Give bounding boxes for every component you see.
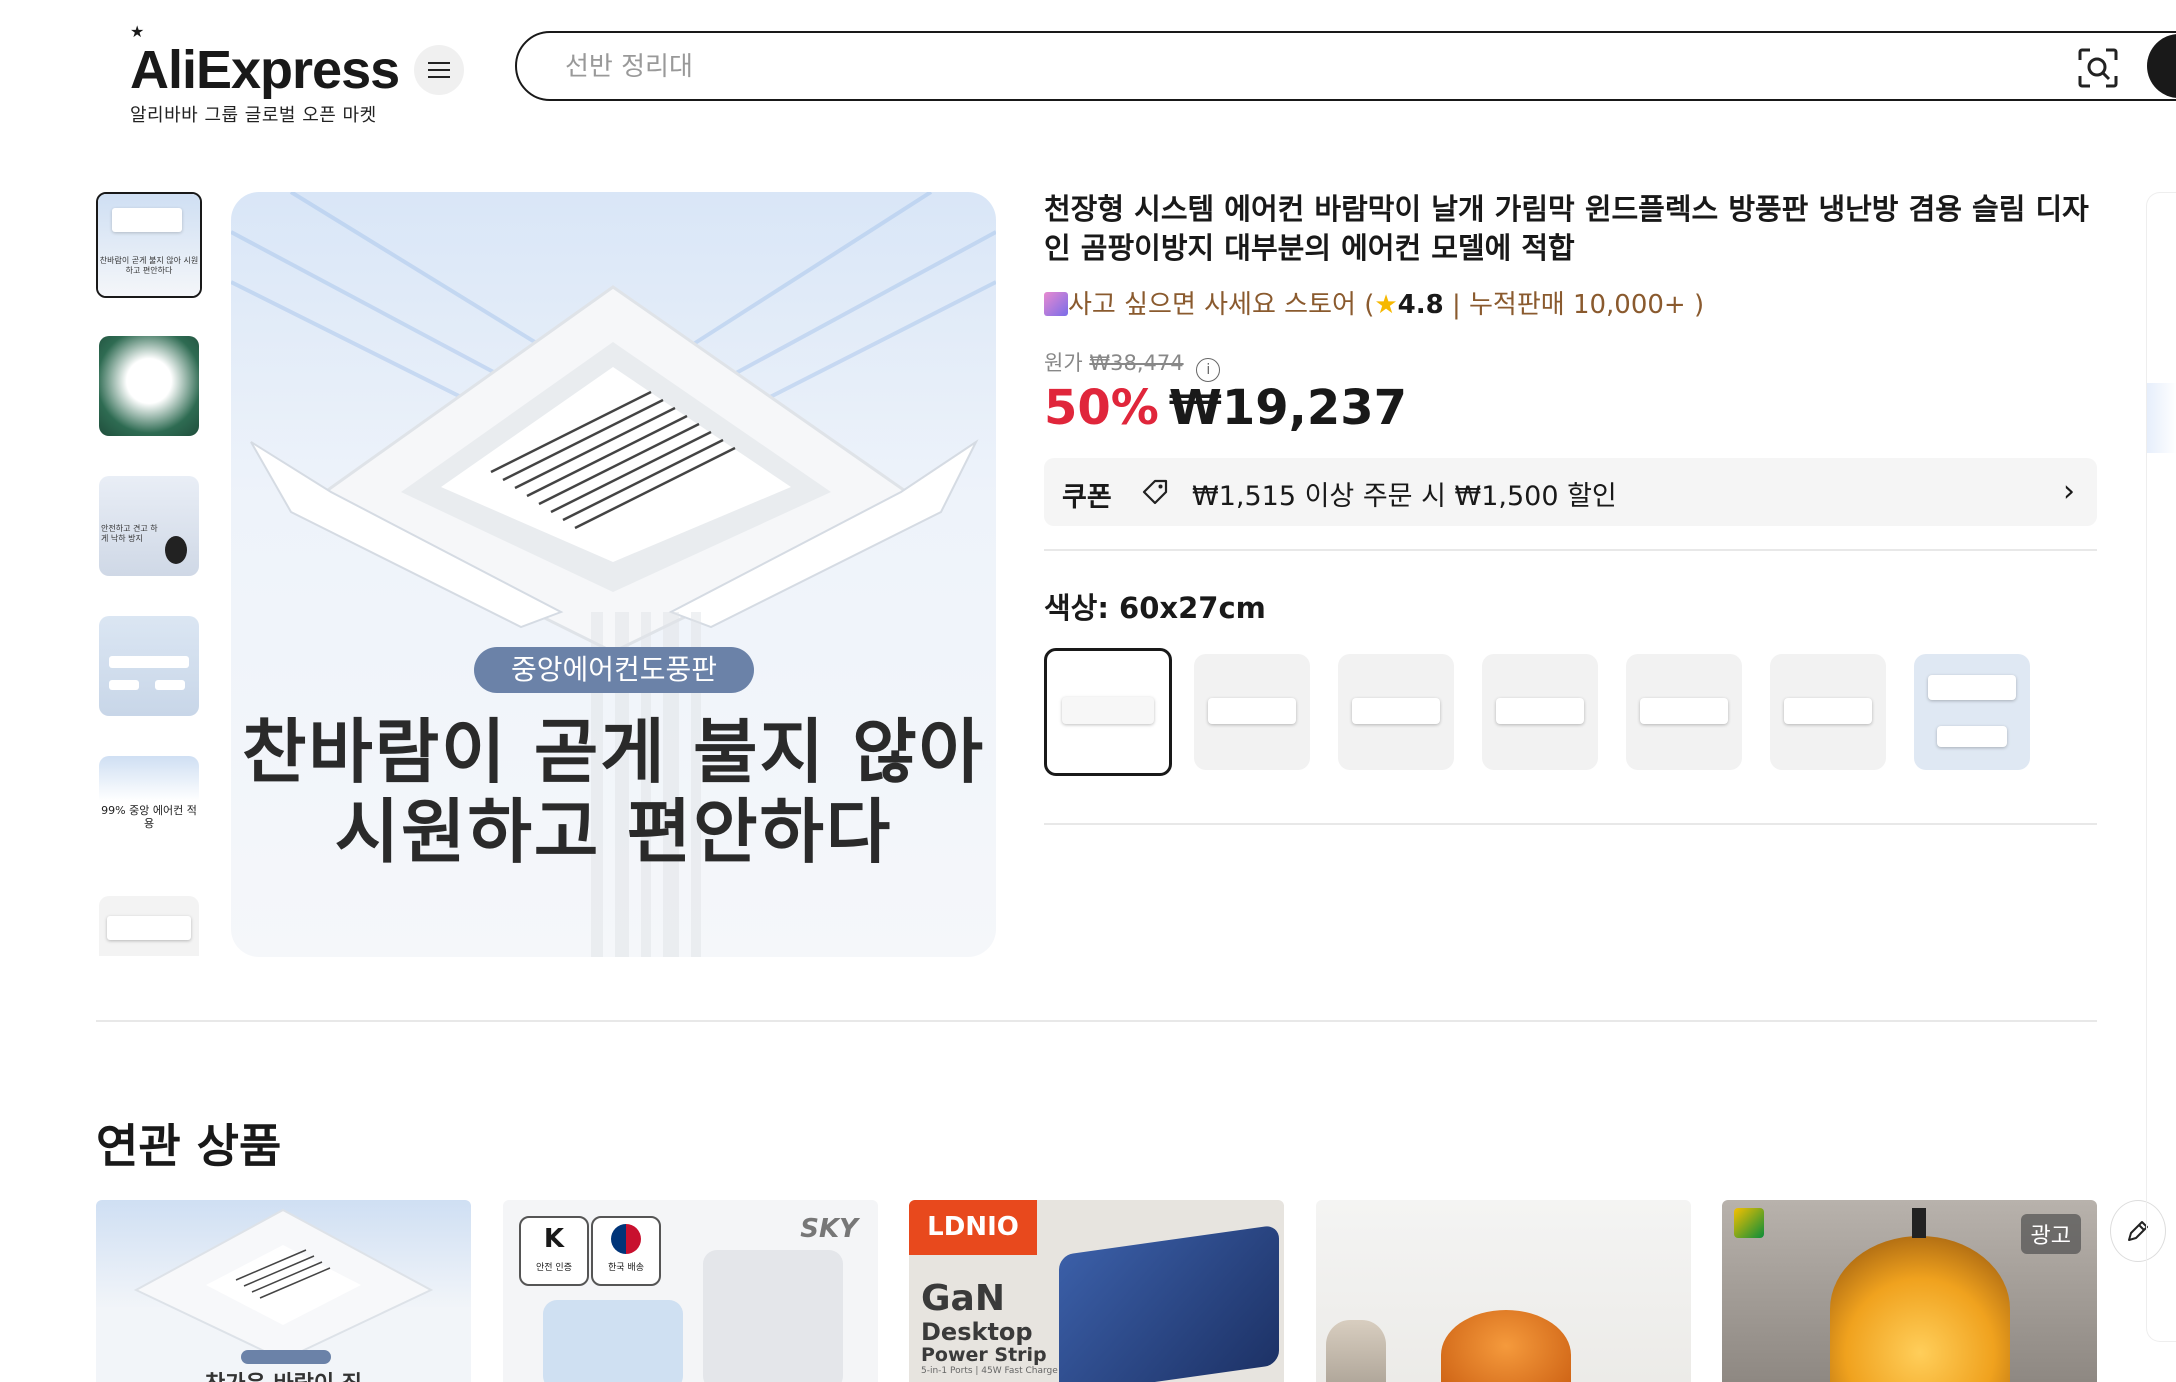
original-price-label: 원가 — [1044, 351, 1083, 375]
image-search-button[interactable] — [2076, 46, 2120, 90]
safety-cert-badge: K 안전 인증 — [519, 1216, 589, 1286]
right-side-panel[interactable] — [2146, 192, 2176, 1342]
divider — [1044, 549, 2097, 551]
chevron-right-icon: › — [2063, 474, 2075, 509]
store-name[interactable]: 사고 싶으면 사세요 스토어 — [1068, 290, 1356, 320]
star-icon: ★ — [1374, 290, 1398, 320]
color-option-4[interactable] — [1482, 654, 1598, 770]
sales-count: 누적판매 10,000+ — [1469, 290, 1686, 320]
color-selected-label: 색상: 60x27cm — [1044, 591, 1266, 625]
brand-logo: SKY — [800, 1214, 858, 1244]
divider — [1044, 823, 2097, 825]
tag-icon — [1142, 479, 1168, 505]
thumbnail-6[interactable] — [99, 896, 199, 956]
color-option-6[interactable] — [1770, 654, 1886, 770]
original-price-row: 원가 ₩38,474 i — [1044, 347, 1221, 382]
logo-subtitle: 알리바바 그룹 글로벌 오픈 마켓 — [130, 105, 377, 126]
menu-button[interactable] — [414, 45, 464, 95]
logo-text: AliExpress — [130, 40, 400, 100]
thumbnail-1[interactable]: 찬바람이 곧게 불지 않아 시원하고 편안하다 — [96, 192, 202, 298]
coupon-text: ₩1,515 이상 주문 시 ₩1,500 할인 — [1192, 481, 1617, 512]
hamburger-icon — [428, 62, 450, 78]
thumbnail-caption: 99% 중앙 에어컨 적용 — [101, 804, 197, 830]
card-headline: 찬가운 바람이 집 — [96, 1366, 471, 1382]
color-option-7[interactable] — [1914, 654, 2030, 770]
related-product-card[interactable]: 찬가운 바람이 집 — [96, 1200, 471, 1382]
coupon-label: 쿠폰 — [1062, 482, 1112, 513]
search-input[interactable] — [563, 47, 2067, 87]
thumbnail-3[interactable]: 안전하고 견고 하게 낙하 방지 — [99, 476, 199, 576]
camera-scan-icon — [2078, 48, 2118, 88]
color-option-60x27cm[interactable] — [1044, 648, 1172, 776]
store-icon — [1044, 292, 1068, 316]
color-option-3[interactable] — [1338, 654, 1454, 770]
related-product-card[interactable]: K 안전 인증 한국 배송 SKY — [503, 1200, 878, 1382]
related-product-card[interactable]: 광고 — [1722, 1200, 2097, 1382]
search-bar — [515, 31, 2176, 101]
korea-shipping-badge: 한국 배송 — [591, 1216, 661, 1286]
brand-logo: LDNIO — [909, 1200, 1037, 1255]
image-headline-line1: 찬바람이 곧게 불지 않아 — [241, 711, 986, 793]
coupon-banner[interactable]: 쿠폰 ₩1,515 이상 주문 시 ₩1,500 할인 › — [1044, 458, 2097, 526]
card-headline: GaN — [921, 1278, 1005, 1319]
original-price: ₩38,474 — [1089, 351, 1184, 375]
color-option-5[interactable] — [1626, 654, 1742, 770]
shop-logo-icon — [1730, 1204, 1770, 1244]
thumbnail-5[interactable]: 99% 중앙 에어컨 적용 — [99, 756, 199, 856]
discount-percent: 50% — [1044, 380, 1159, 436]
thumbnail-caption: 찬바람이 곧게 불지 않아 시원하고 편안하다 — [99, 256, 199, 275]
store-rating: 4.8 — [1397, 290, 1444, 320]
price-row: 50% ₩19,237 — [1044, 380, 1407, 436]
thumbnail-caption: 안전하고 견고 하게 낙하 방지 — [101, 524, 158, 543]
image-headline: 찬바람이 곧게 불지 않아 시원하고 편안하다 — [231, 712, 996, 872]
info-icon[interactable]: i — [1196, 358, 1221, 382]
logo-star-icon: ★ — [130, 22, 145, 41]
sale-price: ₩19,237 — [1168, 380, 1408, 436]
image-headline-line2: 시원하고 편안하다 — [334, 791, 893, 873]
related-product-card[interactable] — [1316, 1200, 1691, 1382]
color-option-2[interactable] — [1194, 654, 1310, 770]
store-info[interactable]: 사고 싶으면 사세요 스토어 (★4.8 | 누적판매 10,000+ ) — [1044, 284, 1704, 321]
image-pill-label: 중앙에어컨도풍판 — [474, 647, 754, 693]
thumbnail-2[interactable] — [99, 336, 199, 436]
related-products-title: 연관 상품 — [96, 1119, 282, 1173]
main-product-image[interactable]: 중앙에어컨도풍판 찬바람이 곧게 불지 않아 시원하고 편안하다 — [231, 192, 996, 957]
card-subtitle: Power Strip — [921, 1344, 1047, 1366]
card-subtitle: 5-in-1 Ports | 45W Fast Charge — [921, 1366, 1058, 1376]
ad-badge: 광고 — [2020, 1214, 2081, 1254]
section-divider — [96, 1020, 2097, 1022]
product-title: 천장형 시스템 에어컨 바람막이 날개 가림막 윈드플렉스 방풍판 냉난방 겸용… — [1044, 192, 2089, 265]
card-subtitle: Desktop — [921, 1318, 1033, 1346]
related-product-card[interactable]: LDNIO GaN Desktop Power Strip 5-in-1 Por… — [909, 1200, 1284, 1382]
thumbnail-4[interactable] — [99, 616, 199, 716]
aliexpress-logo[interactable]: ★ AliExpress 알리바바 그룹 글로벌 오픈 마켓 — [130, 22, 400, 126]
